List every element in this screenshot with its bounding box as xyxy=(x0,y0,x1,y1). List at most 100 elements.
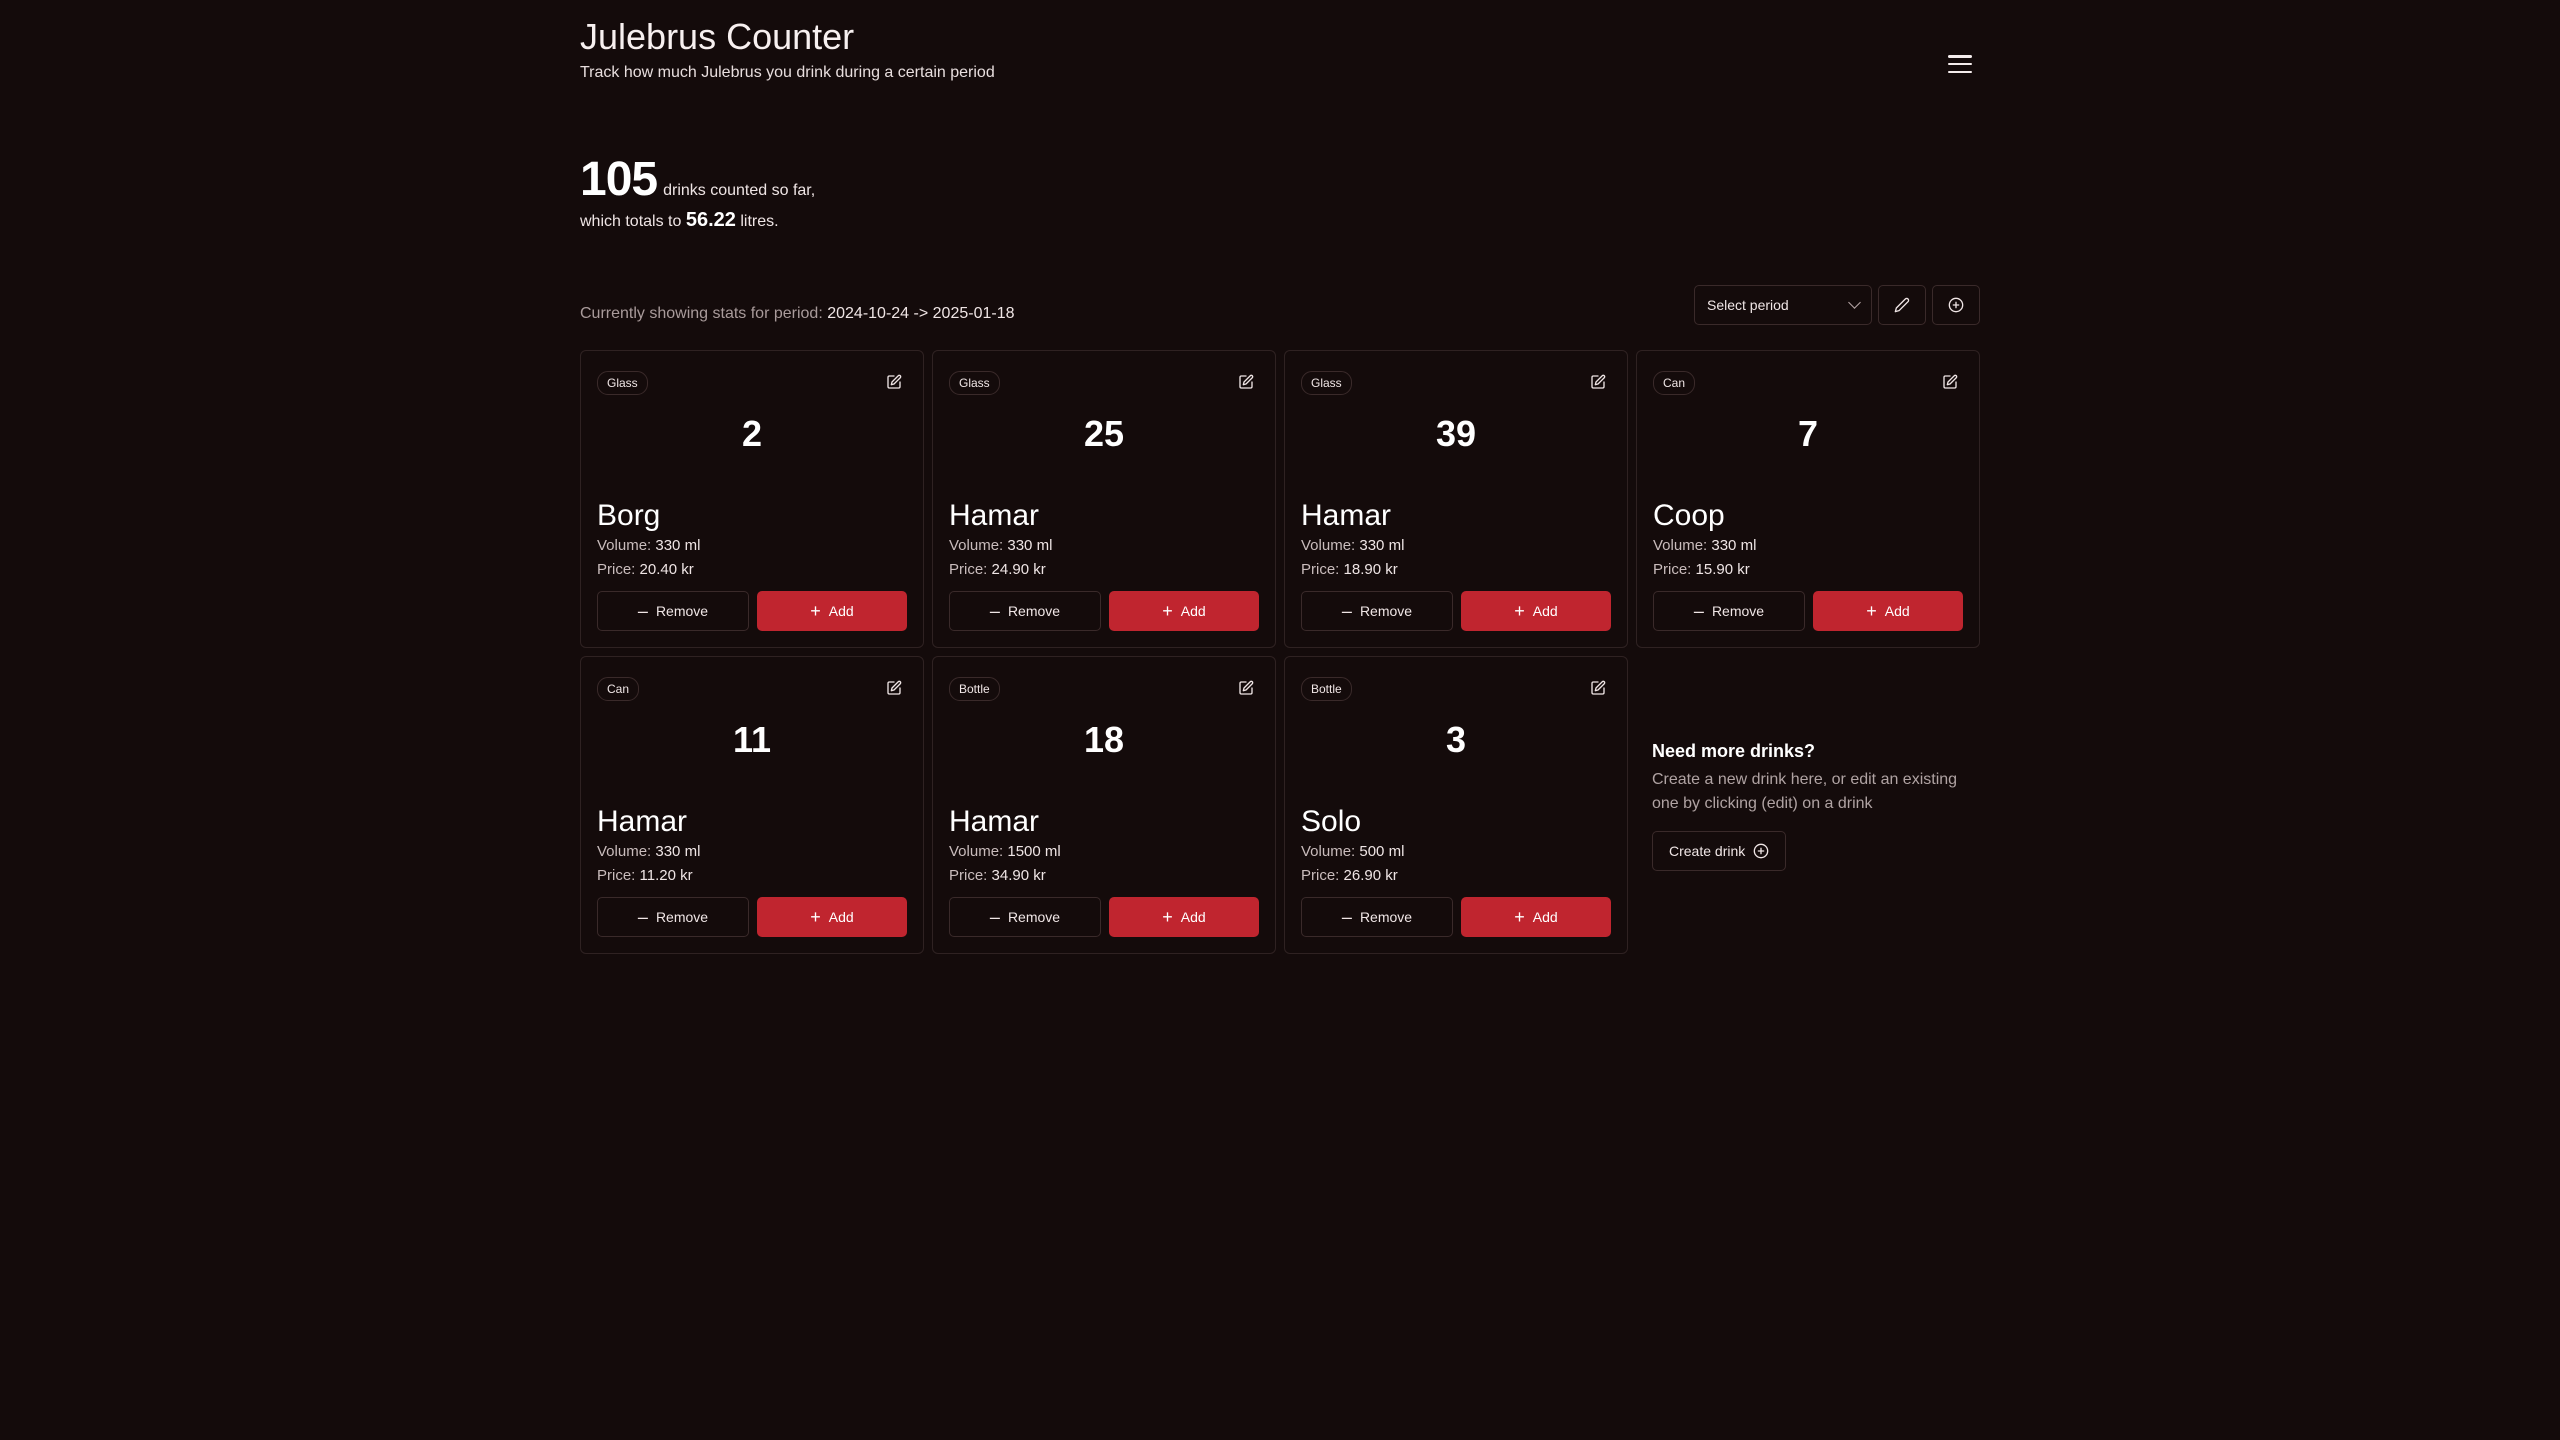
total-litres: 56.22 xyxy=(685,209,736,231)
drink-price: Price: 34.90 kr xyxy=(949,867,1046,884)
minus-icon: – xyxy=(1693,601,1704,621)
minus-icon: – xyxy=(989,907,1000,927)
period-info: Currently showing stats for period: 2024… xyxy=(580,305,1014,323)
add-label: Add xyxy=(1532,909,1558,925)
price-value: 34.90 kr xyxy=(991,867,1046,884)
litres-prefix: which totals to xyxy=(580,213,682,230)
drink-count: 25 xyxy=(1083,413,1125,454)
drink-actions: – Remove + Add xyxy=(949,591,1259,631)
price-value: 26.90 kr xyxy=(1343,867,1398,884)
volume-value: 1500 ml xyxy=(1007,843,1061,860)
drink-type-badge: Bottle xyxy=(949,677,1000,701)
plus-circle-icon xyxy=(1948,297,1964,313)
drink-card: Bottle 3 Solo Volume: 500 ml Price: 26.9… xyxy=(1284,656,1628,954)
minus-icon: – xyxy=(989,601,1000,621)
price-value: 18.90 kr xyxy=(1343,561,1398,578)
drink-card: Glass 2 Borg Volume: 330 ml Price: 20.40… xyxy=(580,350,924,648)
volume-value: 330 ml xyxy=(655,843,701,860)
remove-label: Remove xyxy=(1359,909,1413,925)
drink-volume: Volume: 330 ml xyxy=(1653,537,1756,554)
remove-button[interactable]: – Remove xyxy=(597,897,749,937)
edit-icon xyxy=(1590,680,1606,696)
edit-drink-button[interactable] xyxy=(1235,677,1257,699)
edit-drink-button[interactable] xyxy=(1235,371,1257,393)
plus-icon: + xyxy=(810,907,821,927)
drink-name: Hamar xyxy=(949,499,1040,532)
add-button[interactable]: + Add xyxy=(757,897,907,937)
add-button[interactable]: + Add xyxy=(1461,897,1611,937)
menu-button[interactable] xyxy=(1940,44,1980,84)
add-period-button[interactable] xyxy=(1932,285,1980,325)
drink-card: Glass 39 Hamar Volume: 330 ml Price: 18.… xyxy=(1284,350,1628,648)
volume-label: Volume: xyxy=(1301,537,1356,554)
edit-icon xyxy=(886,374,902,390)
remove-button[interactable]: – Remove xyxy=(597,591,749,631)
drink-name: Solo xyxy=(1301,805,1362,838)
add-button[interactable]: + Add xyxy=(1109,591,1259,631)
edit-drink-button[interactable] xyxy=(1587,371,1609,393)
add-label: Add xyxy=(1884,603,1910,619)
remove-button[interactable]: – Remove xyxy=(949,591,1101,631)
period-label: Currently showing stats for period: xyxy=(580,305,823,322)
price-value: 20.40 kr xyxy=(639,561,694,578)
drink-count: 18 xyxy=(1083,719,1125,760)
drink-price: Price: 20.40 kr xyxy=(597,561,694,578)
remove-button[interactable]: – Remove xyxy=(1301,591,1453,631)
drink-card: Can 7 Coop Volume: 330 ml Price: 15.90 k… xyxy=(1636,350,1980,648)
drink-volume: Volume: 500 ml xyxy=(1301,843,1404,860)
drink-type-badge: Glass xyxy=(1301,371,1352,395)
need-more-title: Need more drinks? xyxy=(1652,741,1816,761)
edit-drink-button[interactable] xyxy=(1587,677,1609,699)
volume-label: Volume: xyxy=(1653,537,1708,554)
drink-name: Borg xyxy=(597,499,661,532)
minus-icon: – xyxy=(637,601,648,621)
drink-actions: – Remove + Add xyxy=(597,897,907,937)
drink-volume: Volume: 330 ml xyxy=(949,537,1052,554)
period-select[interactable]: Select period xyxy=(1694,285,1872,325)
minus-icon: – xyxy=(637,907,648,927)
create-drink-button[interactable]: Create drink xyxy=(1652,831,1787,871)
need-more-text: Create a new drink here, or edit an exis… xyxy=(1652,771,1958,812)
price-label: Price: xyxy=(1301,867,1340,884)
edit-icon xyxy=(1238,680,1254,696)
app-container: Julebrus Counter Track how much Julebrus… xyxy=(580,0,1980,954)
pencil-icon xyxy=(1894,297,1910,313)
remove-button[interactable]: – Remove xyxy=(1653,591,1805,631)
chevron-down-icon xyxy=(1848,296,1861,309)
edit-icon xyxy=(886,680,902,696)
edit-icon xyxy=(1238,374,1254,390)
plus-icon: + xyxy=(1514,601,1525,621)
volume-label: Volume: xyxy=(597,843,652,860)
plus-icon: + xyxy=(1514,907,1525,927)
app-title: Julebrus Counter xyxy=(580,16,855,57)
drink-actions: – Remove + Add xyxy=(1301,591,1611,631)
edit-drink-button[interactable] xyxy=(883,677,905,699)
total-count: 105 xyxy=(580,153,658,206)
drink-actions: – Remove + Add xyxy=(1301,897,1611,937)
drink-volume: Volume: 330 ml xyxy=(597,843,700,860)
edit-drink-button[interactable] xyxy=(883,371,905,393)
drink-type-badge: Can xyxy=(597,677,640,701)
add-label: Add xyxy=(1180,603,1206,619)
drink-price: Price: 18.90 kr xyxy=(1301,561,1398,578)
add-label: Add xyxy=(828,909,854,925)
price-label: Price: xyxy=(1301,561,1340,578)
stats-summary: 105 drinks counted so far, which totals … xyxy=(580,152,815,232)
volume-label: Volume: xyxy=(949,843,1004,860)
add-button[interactable]: + Add xyxy=(757,591,907,631)
add-button[interactable]: + Add xyxy=(1813,591,1963,631)
drink-type-badge: Can xyxy=(1653,371,1696,395)
count-suffix: drinks counted so far, xyxy=(663,182,816,199)
add-button[interactable]: + Add xyxy=(1461,591,1611,631)
plus-icon: + xyxy=(810,601,821,621)
edit-period-button[interactable] xyxy=(1878,285,1926,325)
hamburger-icon xyxy=(1948,55,1972,73)
add-button[interactable]: + Add xyxy=(1109,897,1259,937)
edit-drink-button[interactable] xyxy=(1939,371,1961,393)
period-range: 2024-10-24 -> 2025-01-18 xyxy=(827,305,1015,322)
header: Julebrus Counter Track how much Julebrus… xyxy=(580,0,1980,110)
remove-button[interactable]: – Remove xyxy=(949,897,1101,937)
drink-type-badge: Bottle xyxy=(1301,677,1352,701)
remove-button[interactable]: – Remove xyxy=(1301,897,1453,937)
edit-icon xyxy=(1942,374,1958,390)
